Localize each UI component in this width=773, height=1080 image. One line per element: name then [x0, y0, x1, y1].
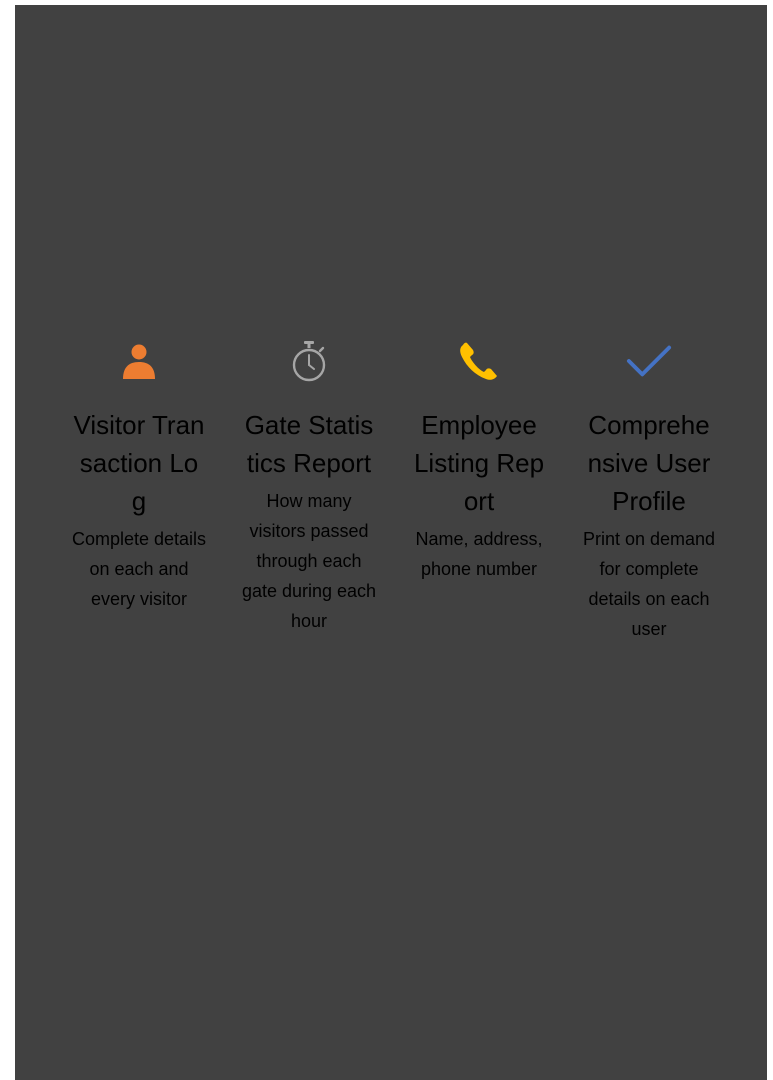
stopwatch-icon: [286, 338, 332, 384]
feature-employee-listing-report: Employee Listing Report Name, address, p…: [404, 338, 554, 644]
feature-title: Visitor Transaction Log: [73, 410, 205, 516]
feature-description: Print on demand for complete details on …: [582, 529, 716, 639]
feature-title: Employee Listing Report: [413, 410, 545, 516]
feature-visitor-transaction-log: Visitor Transaction Log Complete details…: [64, 338, 214, 644]
feature-title: Gate Statistics Report: [244, 410, 374, 478]
feature-description: Name, address, phone number: [415, 529, 543, 579]
checkmark-icon: [626, 338, 672, 384]
slide-panel: Visitor Transaction Log Complete details…: [15, 5, 767, 1080]
feature-title: Comprehensive User Profile: [587, 410, 711, 516]
feature-description: How many visitors passed through each ga…: [241, 491, 377, 631]
feature-gate-statistics-report: Gate Statistics Report How many visitors…: [234, 338, 384, 644]
feature-comprehensive-user-profile: Comprehensive User Profile Print on dema…: [574, 338, 724, 644]
person-icon: [116, 338, 162, 384]
feature-description: Complete details on each and every visit…: [71, 529, 207, 609]
phone-icon: [456, 338, 502, 384]
features-row: Visitor Transaction Log Complete details…: [64, 338, 724, 644]
